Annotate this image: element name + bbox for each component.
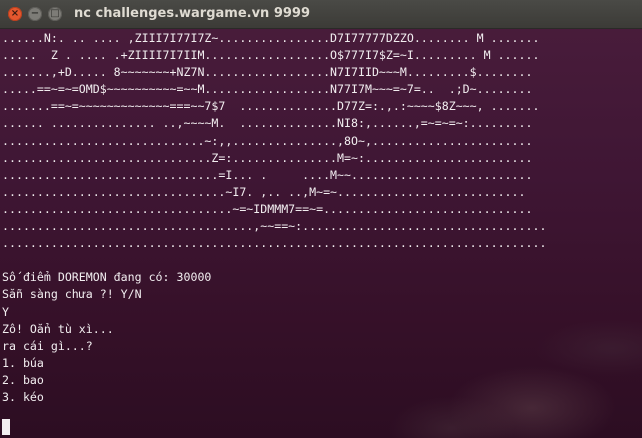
chant-line: Zô! Oẳn tù xì... — [2, 321, 114, 336]
ascii-art-line: ..............................Z=:.......… — [2, 150, 533, 165]
terminal-window: × − □ nc challenges.wargame.vn 9999 ....… — [0, 0, 642, 438]
ready-prompt: Sẵn sàng chưa ?! Y/N — [2, 287, 142, 302]
ascii-art-line: ...............................=I... . .… — [2, 167, 533, 182]
ascii-art-line: ......N:. .. .... ,ZIII7I77I7Z~.........… — [2, 31, 540, 45]
maximize-window-icon[interactable]: □ — [48, 7, 62, 21]
minimize-window-icon[interactable]: − — [28, 7, 42, 21]
terminal-output[interactable]: ......N:. .. .... ,ZIII7I77I7Z~.........… — [2, 30, 640, 436]
choose-prompt: ra cái gì...? — [2, 338, 93, 353]
ascii-art-line: ...... ............... ..,~~~~M. .......… — [2, 116, 533, 131]
window-title: nc challenges.wargame.vn 9999 — [74, 6, 311, 21]
title-bar[interactable]: × − □ nc challenges.wargame.vn 9999 — [0, 0, 642, 29]
blank-line — [2, 252, 640, 269]
ascii-art-line: ..... Z . .... .+ZIIII7I7IIM............… — [2, 48, 540, 63]
ascii-art-line: .................................~=~IDMM… — [2, 201, 533, 216]
ascii-art-line: ........................................… — [2, 236, 547, 251]
ascii-art-line: ....................................,~~=… — [2, 219, 547, 234]
score-line: Số điểm DOREMON đang có: 30000 — [2, 270, 212, 285]
option-scissors: 3. kéo — [2, 389, 44, 404]
ascii-art-line: .......==~=~~~~~~~~~~~~~===~~7$7 .......… — [2, 99, 540, 114]
ascii-art-line: .....==~=~=OMD$~~~~~~~~~~=~~M...........… — [2, 82, 533, 97]
close-window-icon[interactable]: × — [8, 7, 22, 21]
ascii-art-line: ................................~I7. ,..… — [2, 184, 526, 199]
user-input-line: Y — [2, 304, 9, 319]
option-rock: 1. búa — [2, 355, 44, 370]
ascii-art-line: .......,+D..... 8~~~~~~~+NZ7N...........… — [2, 65, 533, 80]
terminal-cursor — [2, 419, 10, 435]
option-paper: 2. bao — [2, 372, 44, 387]
ascii-art-line: .............................~:,,.......… — [2, 133, 533, 148]
